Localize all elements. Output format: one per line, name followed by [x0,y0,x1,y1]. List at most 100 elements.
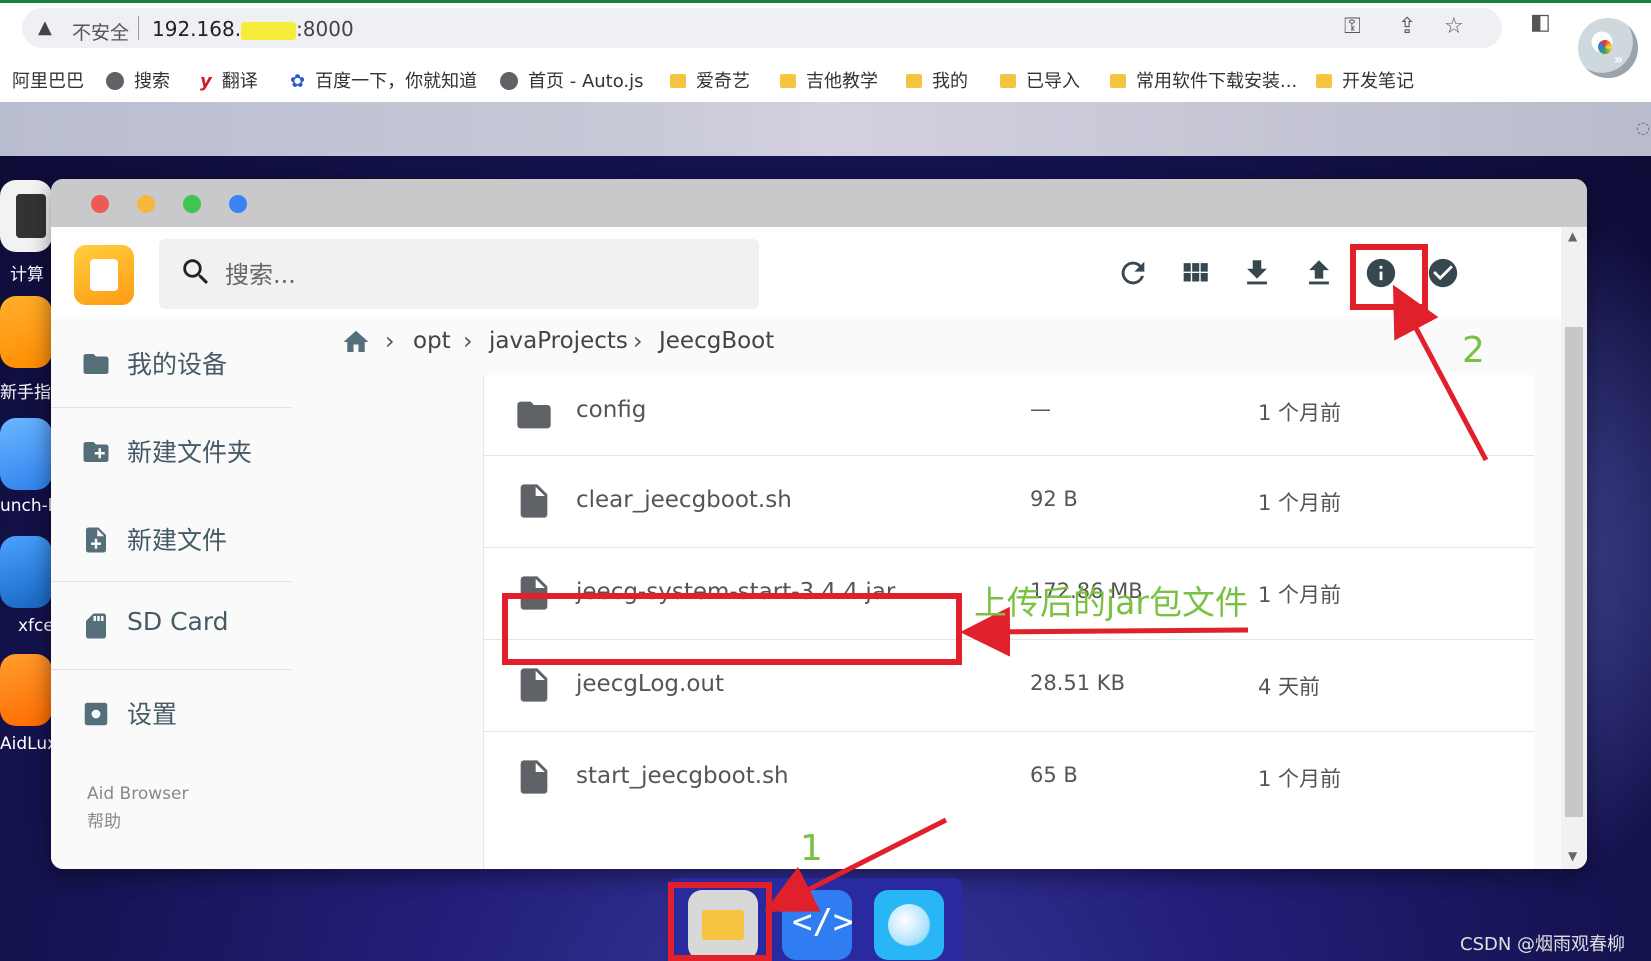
folder-icon [670,74,686,88]
create-folder-icon [81,437,109,465]
sidebar-item-label: 新建文件 [127,526,228,555]
bookmark-alibaba[interactable]: 阿里巴巴 [12,67,84,93]
file-manager-toolbar [51,227,1561,319]
scrollbar-thumb[interactable] [1565,327,1583,817]
url-host: 192.168. [152,17,242,41]
sidebar-item-label: 设置 [127,700,178,729]
sidebar-item-my-device[interactable]: 我的设备 [51,319,291,407]
address-separator [138,16,139,40]
sidebar-footer-app-name[interactable]: Aid Browser [87,784,188,804]
close-window-button[interactable] [91,195,109,213]
bookmark-translate[interactable]: y 翻译 [200,67,258,93]
bookmark-label: 开发笔记 [1342,71,1414,92]
file-size: 28.51 KB [1030,671,1125,695]
url-text[interactable]: 192.168. :8000 [152,17,354,41]
bookmarks-bar: 阿里巴巴 搜索 y 翻译 ✿ 百度一下，你就知道 首页 - Auto.js 爱奇艺 … [0,58,1651,102]
file-row-config[interactable]: config — 1 个月前 [484,375,1534,456]
file-size: 65 B [1030,763,1078,787]
chevron-right-icon: › [463,327,473,355]
calculator-app-icon[interactable] [0,180,52,252]
download-icon [1247,260,1267,285]
url-port: :8000 [296,17,354,41]
file-modified: 4 天前 [1258,675,1321,699]
security-label[interactable]: 不安全 [72,18,129,45]
dock-browser-icon[interactable] [874,890,944,960]
bookmark-folder-mine[interactable]: 我的 [906,67,968,93]
file-manager-logo-icon [74,245,134,305]
redaction-mark [241,21,297,40]
bookmark-folder-devnotes[interactable]: 开发笔记 [1316,67,1414,93]
file-row-start-jeecgboot[interactable]: start_jeecgboot.sh 65 B 1 个月前 [484,731,1534,823]
search-input[interactable] [223,239,747,311]
launcher-app-icon[interactable] [0,418,52,490]
upload-button[interactable] [1295,249,1343,297]
xfce-app-icon[interactable] [0,536,52,608]
highlight-upload-button [1350,244,1428,310]
folder-icon [1316,74,1332,88]
scroll-up-arrow-icon[interactable]: ▲ [1568,229,1577,243]
breadcrumb-item[interactable]: JeecgBoot [659,328,774,354]
vertical-scrollbar[interactable]: ▲ ▼ [1561,227,1587,869]
download-button[interactable] [1233,249,1281,297]
folder-icon [81,349,109,377]
grid-view-icon [1183,263,1208,282]
desktop-label-aidlux: AidLux [0,734,58,754]
desktop-label-launcher: unch-l [0,496,53,516]
file-icon [514,663,548,703]
breadcrumb: › opt › javaProjects › JeecgBoot [341,319,1501,379]
window-titlebar[interactable] [51,179,1587,227]
breadcrumb-item[interactable]: javaProjects [489,328,628,354]
refresh-button[interactable] [1109,249,1157,297]
bookmark-label: 爱奇艺 [696,71,750,92]
sidebar-item-label: 新建文件夹 [127,438,253,467]
sidebar-item-new-folder[interactable]: 新建文件夹 [51,407,291,495]
search-box[interactable] [159,239,759,311]
share-icon[interactable]: ⇪ [1398,14,1416,39]
desktop-label-xfce: xfce [18,616,54,636]
loading-icon: ◌ [1636,118,1650,137]
globe-icon [888,904,930,946]
bookmark-search[interactable]: 搜索 [106,67,170,93]
settings-icon [81,699,109,727]
maximize-window-button[interactable] [183,195,201,213]
bookmark-label: 首页 - Auto.js [528,71,644,92]
bookmark-folder-imported[interactable]: 已导入 [1000,67,1080,93]
bookmark-autojs[interactable]: 首页 - Auto.js [500,67,644,93]
breadcrumb-item[interactable]: opt [413,328,451,354]
chevron-right-icon: › [385,327,395,355]
scroll-down-arrow-icon[interactable]: ▼ [1568,849,1577,863]
file-icon [514,755,548,795]
key-icon[interactable]: ⚿ [1344,14,1361,39]
bookmark-label: 已导入 [1026,71,1080,92]
star-icon[interactable]: ☆ [1444,14,1464,39]
folder-icon [1000,74,1016,88]
file-modified: 1 个月前 [1258,401,1342,425]
bookmark-folder-software[interactable]: 常用软件下载安装... [1110,67,1297,93]
extra-window-button[interactable] [229,195,247,213]
sidepanel-icon[interactable]: ◧ [1530,10,1551,35]
home-icon[interactable] [341,327,371,357]
grid-view-button[interactable] [1171,249,1219,297]
sd-card-icon [81,611,109,639]
refresh-icon [1121,261,1145,285]
file-name: config [576,397,647,423]
minimize-window-button[interactable] [137,195,155,213]
uploaded-jar-note: 上传后的jar包文件 [974,583,1248,622]
dock-code-editor-icon[interactable]: </> [782,890,853,960]
browser-top-accent [0,0,1651,3]
guide-app-icon[interactable] [0,296,52,368]
file-modified: 1 个月前 [1258,491,1342,515]
aidlux-app-icon[interactable] [0,654,52,726]
sidebar: 我的设备 新建文件夹 新建文件 SD Card 设置 Aid Browser 帮… [51,319,291,869]
file-row-clear-jeecgboot[interactable]: clear_jeecgboot.sh 92 B 1 个月前 [484,455,1534,548]
file-size: 92 B [1030,487,1078,511]
sidebar-item-sd-card[interactable]: SD Card [51,581,291,669]
sidebar-item-settings[interactable]: 设置 [51,669,291,757]
address-bar[interactable]: ▲ 不安全 192.168.:8000 ⚿ ⇪ ☆ [22,8,1502,48]
bookmark-folder-iqiyi[interactable]: 爱奇艺 [670,67,750,93]
sidebar-footer-help[interactable]: 帮助 [87,807,121,832]
bookmark-folder-guitar[interactable]: 吉他教学 [780,67,878,93]
bookmark-baidu[interactable]: ✿ 百度一下，你就知道 [290,67,477,93]
sidebar-item-new-file[interactable]: 新建文件 [51,495,291,583]
globe-icon [500,72,518,90]
